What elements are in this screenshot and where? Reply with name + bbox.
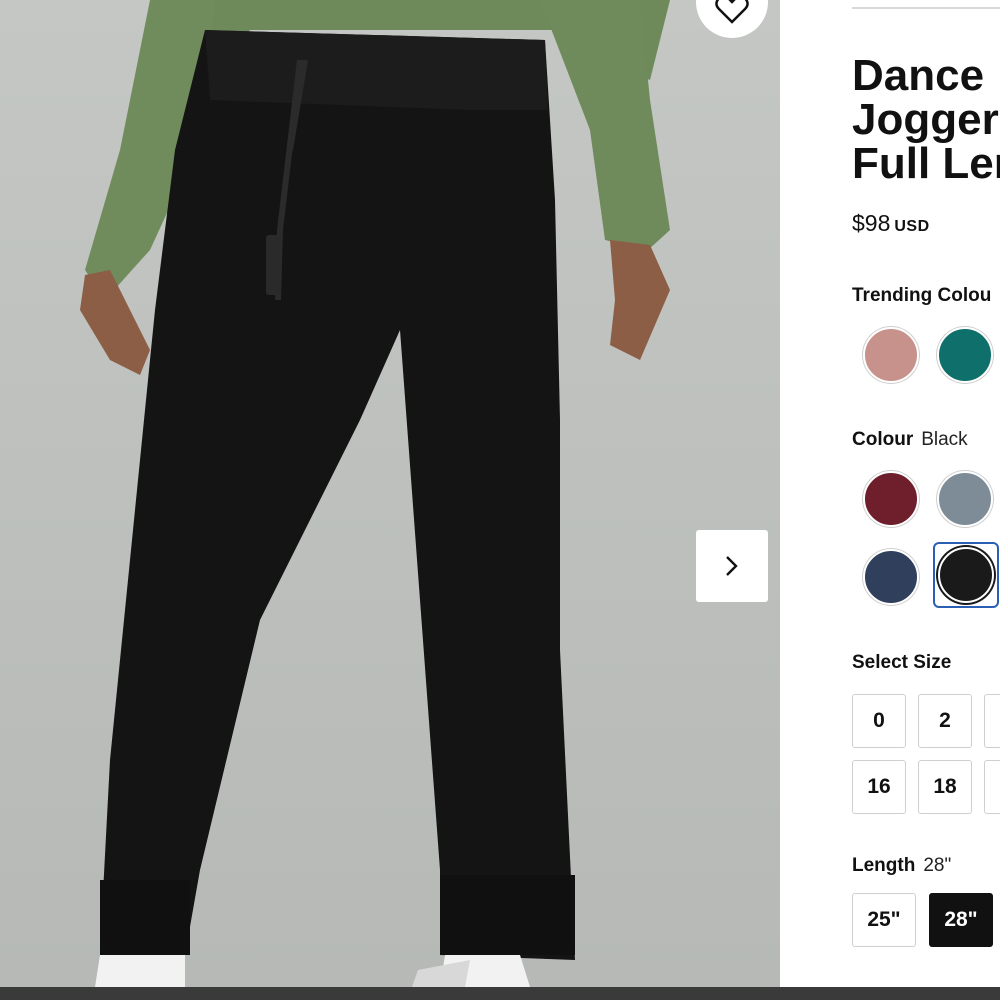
chevron-right-icon [726,556,738,576]
trending-colours-label: Trending Colou [852,285,992,306]
size-option[interactable] [984,760,1000,814]
divider [852,7,1000,9]
colour-label: Colour Black [852,429,968,451]
size-option[interactable]: 2 [918,694,972,748]
colour-label-text: Colour [852,429,914,450]
swatch-black[interactable] [938,547,994,603]
selected-colour-value: Black [921,429,968,450]
swatch-navy[interactable] [863,549,919,605]
swatch-teal[interactable] [937,327,993,383]
size-option[interactable]: 18 [918,760,972,814]
selected-length-value: 28" [923,855,952,876]
swatch-rose[interactable] [863,327,919,383]
size-option[interactable]: 16 [852,760,906,814]
price-currency: USD [894,218,930,235]
length-label: Length 28" [852,855,951,877]
product-title-line: Dance [852,51,985,100]
swatch-burgundy[interactable] [863,471,919,527]
product-details-panel: Dance Jogger Full Len $98USD Trending Co… [780,0,1000,987]
price-row: $98 USD [852,210,930,237]
size-option[interactable]: 0 [852,694,906,748]
swatch-heathered-grey[interactable] [937,471,993,527]
product-photo [0,0,780,987]
heart-icon [715,0,749,24]
product-title-line: Full Len [852,139,1000,188]
product-gallery [0,0,780,987]
length-option[interactable]: 28" [929,893,993,947]
size-option[interactable] [984,694,1000,748]
window-bottom-bar [0,987,1000,1000]
product-title: Dance Jogger Full Len [852,54,1000,186]
product-price: $98 [852,210,891,236]
next-image-button[interactable] [696,530,768,602]
select-size-label: Select Size [852,652,952,673]
product-title-line: Jogger [852,95,999,144]
length-option[interactable]: 25" [852,893,916,947]
length-label-text: Length [852,855,916,876]
